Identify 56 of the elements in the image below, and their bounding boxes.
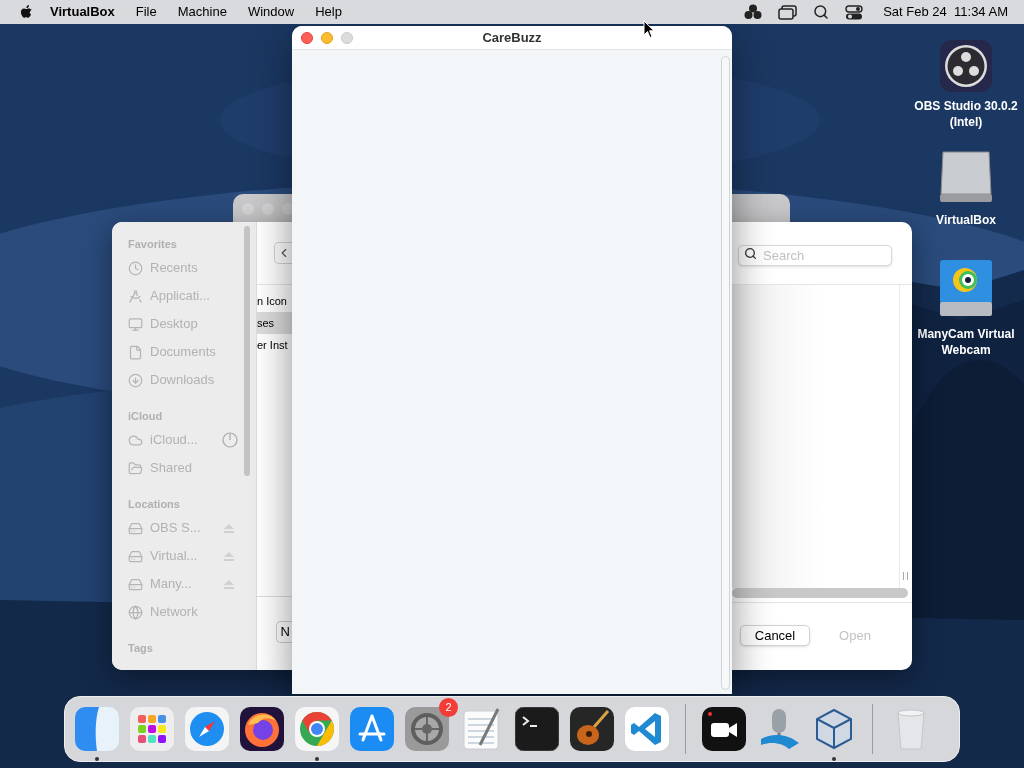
folder-icon: [128, 460, 143, 476]
drive-icon: [128, 548, 143, 564]
file-row[interactable]: er Inst: [257, 334, 292, 356]
file-row[interactable]: ses: [257, 312, 292, 334]
toggles-icon[interactable]: [845, 4, 864, 20]
two-tone-tile-icon[interactable]: [75, 707, 119, 751]
notification-badge: 2: [439, 698, 458, 717]
drafting-compass-icon: [128, 288, 143, 304]
fox-globe-icon[interactable]: [240, 707, 284, 751]
dialog-button[interactable]: Cancel: [740, 625, 810, 646]
download-icon: [128, 372, 143, 388]
minimize-button[interactable]: [321, 31, 333, 44]
globe-icon: [128, 604, 143, 620]
drafting-compass-icon[interactable]: [350, 707, 394, 751]
menu-item[interactable]: Help: [315, 2, 342, 22]
compass-icon[interactable]: [185, 707, 229, 751]
three-circles-icon[interactable]: [744, 4, 763, 20]
sidebar-section-header: Tags: [128, 641, 154, 656]
sidebar-section-header: iCloud: [128, 409, 164, 424]
grid-icon[interactable]: [130, 707, 174, 751]
horizontal-scrollbar[interactable]: [732, 588, 908, 598]
cloud-icon: [128, 432, 143, 448]
menu-item[interactable]: File: [135, 2, 157, 22]
clock[interactable]: Sat Feb 24 11:34 AM: [883, 2, 1008, 22]
sidebar-section-header: Locations: [128, 497, 181, 512]
app-menu[interactable]: VirtualBox: [50, 2, 115, 22]
resize-handle-icon[interactable]: [903, 572, 908, 580]
desktop-icon-label[interactable]: OBS Studio 30.0.2 (Intel): [910, 98, 1022, 130]
desktop-icon-label[interactable]: ManyCam Virtual Webcam: [910, 326, 1022, 358]
search-field[interactable]: Search: [738, 244, 892, 266]
video-camera-icon[interactable]: [702, 707, 746, 751]
sidebar-section-header: Favorites: [128, 237, 178, 252]
menu-item[interactable]: Window: [247, 2, 295, 22]
desktop-icon-label[interactable]: VirtualBox: [910, 212, 1022, 228]
scrollbar-track[interactable]: [721, 56, 730, 690]
search-icon[interactable]: [813, 4, 830, 20]
scrollbar-thumb[interactable]: [244, 226, 250, 476]
guitar-icon[interactable]: [570, 707, 614, 751]
progress-ring-icon: [222, 432, 238, 448]
drive-icon: [128, 576, 143, 592]
close-button[interactable]: [301, 31, 313, 44]
menu-item[interactable]: Machine: [177, 2, 227, 22]
monitor-icon: [128, 316, 143, 332]
windows-icon[interactable]: [778, 4, 798, 20]
document-icon: [128, 344, 143, 360]
drive-icon: [128, 520, 143, 536]
search-icon: [744, 246, 757, 260]
angle-ribbon-icon[interactable]: [625, 707, 669, 751]
terminal-icon[interactable]: [515, 707, 559, 751]
new-folder-button[interactable]: N: [276, 620, 292, 643]
clock-icon: [128, 260, 143, 276]
apple-icon[interactable]: [20, 4, 34, 20]
back-button[interactable]: [274, 242, 292, 264]
window-title: CareBuzz: [482, 28, 542, 47]
disc-logo-icon[interactable]: [940, 40, 992, 92]
file-row[interactable]: n Icon: [257, 290, 292, 312]
